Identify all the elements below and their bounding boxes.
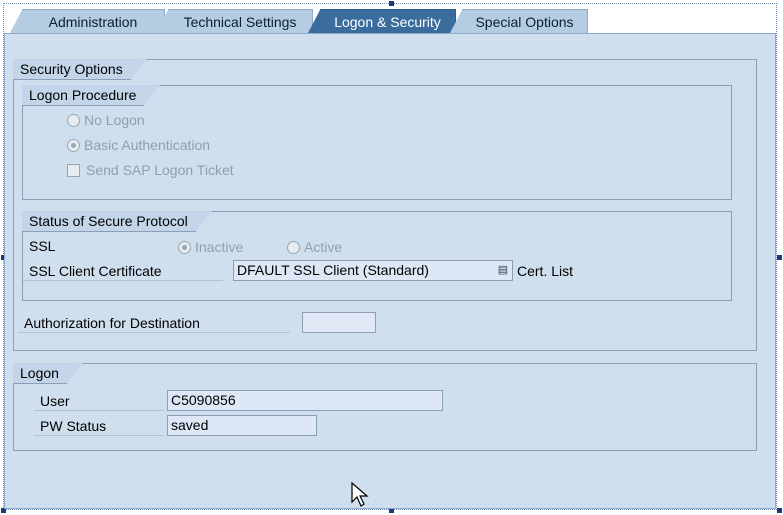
radio-label: Inactive xyxy=(195,239,244,255)
radio-icon xyxy=(67,113,80,127)
logon-procedure-group: Logon Procedure No Logon Basic Authentic… xyxy=(22,85,732,200)
radio-selected-icon xyxy=(67,138,80,152)
ssl-inactive-radio[interactable]: Inactive xyxy=(178,237,243,257)
secure-protocol-group: Status of Secure Protocol SSL Inactive A… xyxy=(22,211,732,301)
ssl-client-certificate-label: SSL Client Certificate xyxy=(23,261,223,281)
resize-handle-top[interactable] xyxy=(389,1,394,6)
basic-authentication-radio[interactable]: Basic Authentication xyxy=(67,135,210,155)
group-title: Security Options xyxy=(13,59,147,80)
mouse-pointer-icon xyxy=(351,482,369,507)
group-title: Logon xyxy=(13,363,83,384)
tab-label: Logon & Security xyxy=(334,14,441,30)
tab-special-options[interactable]: Special Options xyxy=(450,9,588,33)
radio-label: Basic Authentication xyxy=(84,137,211,153)
tab-logon-security[interactable]: Logon & Security xyxy=(308,9,456,33)
authorization-destination-label: Authorization for Destination xyxy=(18,313,290,333)
send-logon-ticket-checkbox[interactable]: Send SAP Logon Ticket xyxy=(67,160,234,180)
resize-handle-right[interactable] xyxy=(777,255,782,260)
tab-label: Administration xyxy=(48,14,138,30)
resize-handle-bottom-right[interactable] xyxy=(777,508,782,513)
user-label: User xyxy=(34,391,164,411)
no-logon-radio[interactable]: No Logon xyxy=(67,110,145,130)
pw-status-field: saved xyxy=(167,415,317,436)
checkbox-label: Send SAP Logon Ticket xyxy=(86,162,234,178)
list-icon[interactable]: ▤ xyxy=(496,263,510,278)
radio-selected-icon xyxy=(178,240,191,254)
select-value: DFAULT SSL Client (Standard) xyxy=(237,262,429,278)
radio-icon xyxy=(287,240,300,254)
pw-status-label: PW Status xyxy=(34,416,164,436)
checkbox-icon xyxy=(67,163,80,177)
ssl-client-certificate-select[interactable]: DFAULT SSL Client (Standard) ▤ xyxy=(233,260,513,281)
tab-label: Special Options xyxy=(475,14,574,30)
group-title: Logon Procedure xyxy=(22,85,161,106)
tab-technical-settings[interactable]: Technical Settings xyxy=(156,9,313,33)
ssl-label: SSL xyxy=(29,238,56,254)
tab-administration[interactable]: Administration xyxy=(10,9,165,33)
radio-label: Active xyxy=(304,239,343,255)
cert-list-link[interactable]: Cert. List xyxy=(511,261,601,281)
user-input[interactable]: C5090856 xyxy=(167,390,443,411)
ssl-active-radio[interactable]: Active xyxy=(287,237,342,257)
tab-label: Technical Settings xyxy=(183,14,297,30)
tab-content-panel: Security Options Logon Procedure No Logo… xyxy=(4,33,776,509)
logon-group: Logon User C5090856 PW Status saved xyxy=(13,363,757,451)
authorization-destination-input[interactable] xyxy=(302,312,376,333)
group-title: Status of Secure Protocol xyxy=(22,211,212,232)
security-options-group: Security Options Logon Procedure No Logo… xyxy=(13,59,757,351)
radio-label: No Logon xyxy=(84,112,145,128)
